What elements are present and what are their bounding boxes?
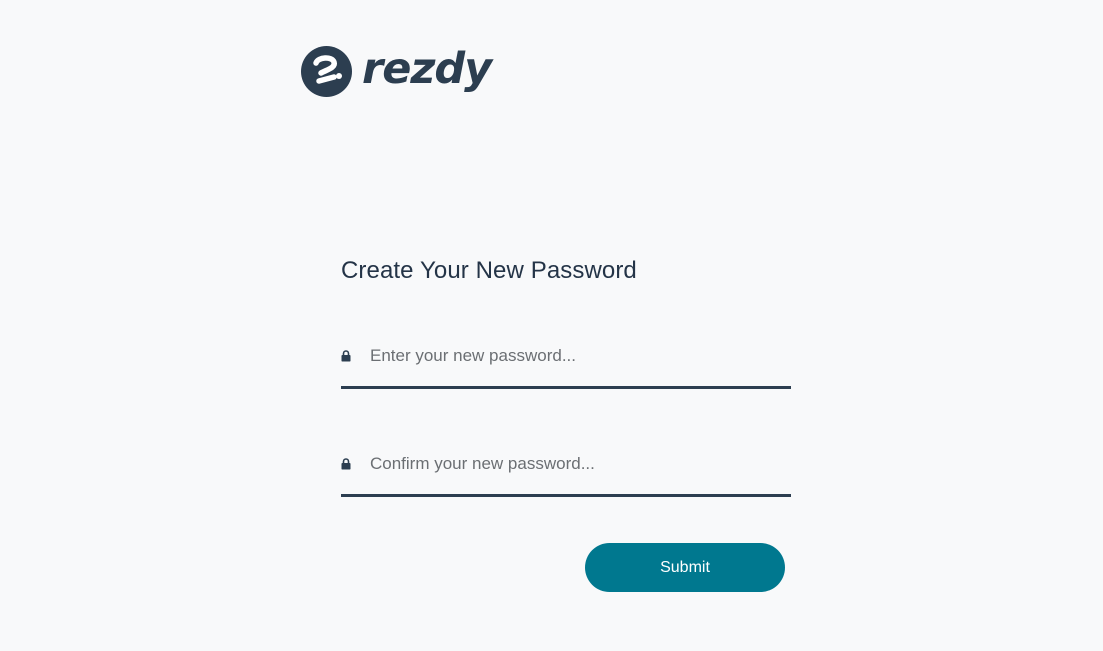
confirm-password-field [341, 448, 791, 497]
lock-icon [341, 458, 351, 470]
logo-wordmark: rezdy [362, 44, 492, 94]
submit-button[interactable]: Submit [585, 543, 785, 592]
new-password-field [341, 340, 791, 389]
rezdy-logo-icon [301, 46, 352, 97]
reset-password-page: rezdy Create Your New Password Submit [0, 0, 1103, 651]
rezdy-logo: rezdy [301, 44, 492, 97]
new-password-input[interactable] [370, 343, 780, 369]
page-title: Create Your New Password [341, 257, 637, 284]
confirm-password-input[interactable] [370, 451, 780, 477]
lock-icon [341, 350, 351, 362]
